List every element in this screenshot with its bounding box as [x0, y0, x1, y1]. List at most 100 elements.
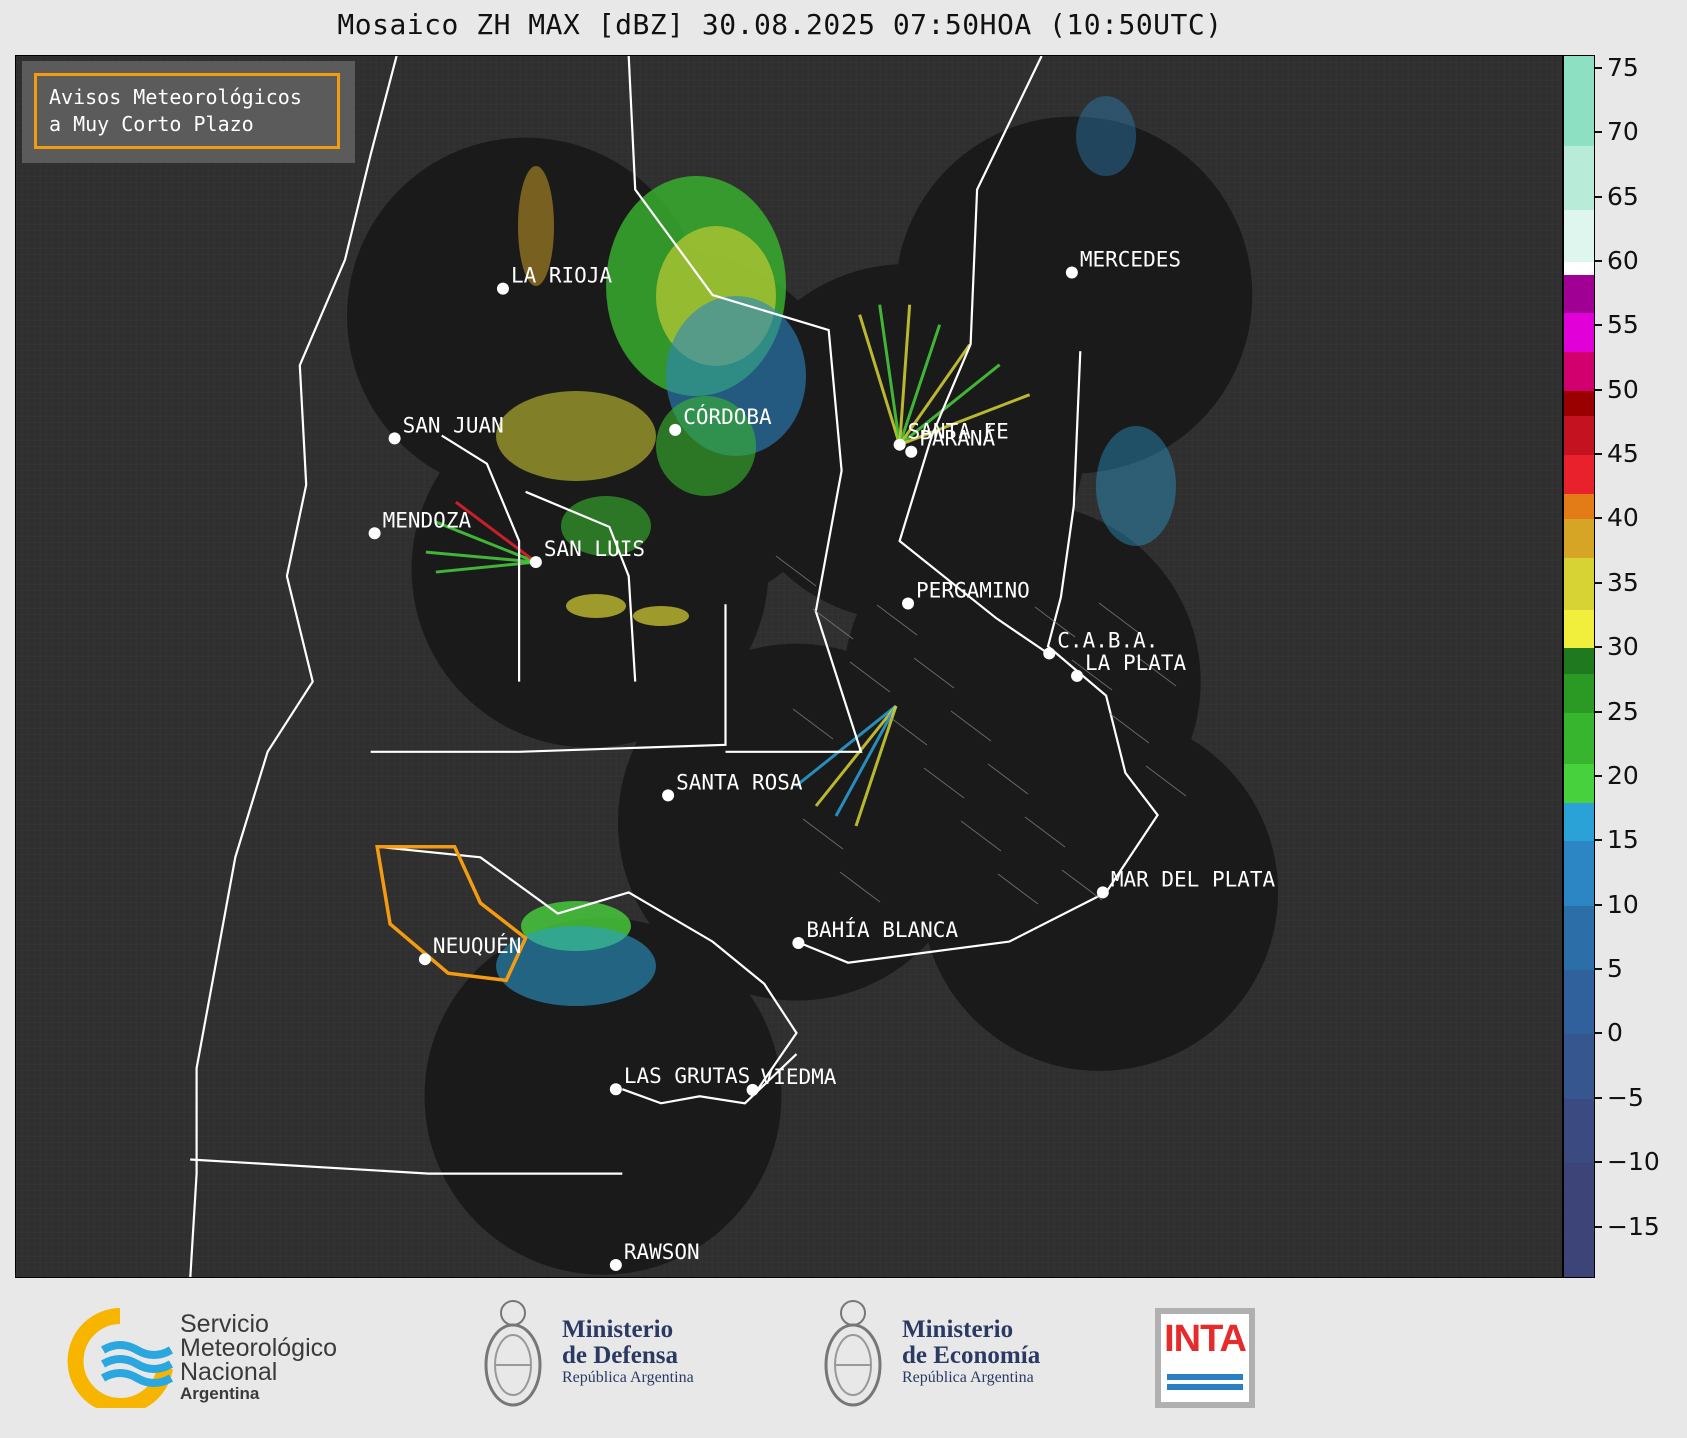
- city-marker-13: [792, 937, 805, 950]
- colorbar-segment-19: [1564, 313, 1594, 353]
- colorbar-tick-mark: [1595, 131, 1602, 134]
- colorbar-tick-mark: [1595, 1096, 1602, 1099]
- city-label-9: C.A.B.A.: [1057, 628, 1158, 652]
- colorbar-tick-label: −15: [1607, 1211, 1660, 1241]
- colorbar-segment-16: [1564, 416, 1594, 456]
- colorbar-segment-4: [1564, 905, 1594, 971]
- colorbar-tick-label: 75: [1607, 52, 1639, 82]
- colorbar-segment-5: [1564, 841, 1594, 906]
- colorbar-segment-6: [1564, 802, 1594, 842]
- colorbar-tick-mark: [1595, 1161, 1602, 1164]
- radar-map[interactable]: LA RIOJA MERCEDES SAN JUAN CÓRDOBA SANTA FE P…: [15, 55, 1563, 1278]
- colorbar-tick-mark: [1595, 1225, 1602, 1228]
- colorbar-segment-13: [1564, 519, 1594, 559]
- map-title: Mosaico ZH MAX [dBZ] 30.08.2025 07:50HOA…: [337, 8, 1223, 41]
- echo-sanluis-1: [496, 391, 656, 481]
- alert-legend-line2: a Muy Corto Plazo: [49, 112, 254, 136]
- colorbar-tick-mark: [1595, 839, 1602, 842]
- colorbar-tick-label: 45: [1607, 439, 1639, 469]
- colorbar-segment-2: [1564, 1034, 1594, 1099]
- colorbar-segment-17: [1564, 390, 1594, 417]
- smn-emblem-icon: [67, 1308, 174, 1414]
- coat-of-arms-icon: [484, 1300, 542, 1407]
- colorbar-tick-label: 60: [1607, 245, 1639, 275]
- city-label-17: RAWSON: [624, 1240, 700, 1264]
- colorbar-segment-9: [1564, 673, 1594, 713]
- reflectivity-colorbar: [1563, 55, 1595, 1278]
- city-marker-3: [669, 423, 682, 436]
- city-marker-17: [609, 1258, 622, 1271]
- city-marker-1: [1065, 266, 1078, 279]
- city-label-6: MENDOZA: [383, 508, 472, 532]
- colorbar-tick-mark: [1595, 517, 1602, 520]
- colorbar-tick-label: 55: [1607, 310, 1639, 340]
- city-label-13: BAHÍA BLANCA: [806, 917, 958, 942]
- city-marker-9: [1043, 647, 1056, 660]
- city-label-14: NEUQUÉN: [433, 933, 522, 958]
- colorbar-tick-mark: [1595, 1032, 1602, 1035]
- city-marker-14: [418, 953, 431, 966]
- city-marker-6: [368, 527, 381, 540]
- smn-line2: Meteorológico: [180, 1334, 338, 1362]
- colorbar-tick-label: 40: [1607, 503, 1639, 533]
- ministerio-economia-logo[interactable]: Ministerio de Economía República Argenti…: [820, 1295, 1080, 1420]
- colorbar-tick-mark: [1595, 903, 1602, 906]
- colorbar-tick-mark: [1595, 581, 1602, 584]
- city-label-15: LAS GRUTAS: [624, 1064, 750, 1088]
- alert-legend-frame[interactable]: Avisos Meteorológicos a Muy Corto Plazo: [34, 73, 340, 149]
- colorbar-tick-mark: [1595, 66, 1602, 69]
- city-label-5: PARANÁ: [919, 426, 995, 451]
- echo-sanluis-3: [566, 594, 626, 618]
- colorbar-tick-label: 5: [1607, 954, 1623, 984]
- colorbar-segment-21: [1564, 261, 1594, 275]
- colorbar-segment-1: [1564, 1098, 1594, 1164]
- colorbar-tick-label: 20: [1607, 760, 1639, 790]
- inta-text: INTA: [1164, 1318, 1247, 1360]
- colorbar-segment-3: [1564, 970, 1594, 1035]
- colorbar-tick-mark: [1595, 324, 1602, 327]
- city-label-0: LA RIOJA: [511, 264, 613, 288]
- defensa-line2: de Defensa: [562, 1342, 678, 1369]
- colorbar-tick-label: 0: [1607, 1018, 1623, 1048]
- city-label-11: SANTA ROSA: [676, 770, 803, 794]
- city-marker-7: [529, 556, 542, 569]
- city-marker-4: [893, 438, 906, 451]
- colorbar-tick-mark: [1595, 388, 1602, 391]
- city-marker-15: [609, 1083, 622, 1096]
- city-marker-12: [1096, 886, 1109, 899]
- colorbar-tick-label: 15: [1607, 825, 1639, 855]
- colorbar-tick-mark: [1595, 968, 1602, 971]
- coat-of-arms-icon: [824, 1300, 882, 1407]
- map-canvas[interactable]: LA RIOJAMERCEDESSAN JUAN CÓRDOBASANTA FEP…: [16, 56, 1563, 1278]
- smn-line1: Servicio: [180, 1310, 269, 1338]
- city-label-2: SAN JUAN: [403, 413, 504, 437]
- city-marker-2: [388, 432, 401, 445]
- colorbar-ticks: 75 70 65 60 55 50 45 40 35 30 25 20 15 10 5 0 −5 −10 −15: [1595, 52, 1685, 1278]
- defensa-line1: Ministerio: [562, 1316, 674, 1343]
- echo-caba-1: [1096, 426, 1176, 546]
- colorbar-tick-mark: [1595, 453, 1602, 456]
- economia-line2: de Economía: [902, 1342, 1041, 1369]
- colorbar-segment-14: [1564, 493, 1594, 520]
- colorbar-tick-label: 70: [1607, 117, 1639, 147]
- echo-sanluis-4: [633, 606, 689, 626]
- colorbar-tick-label: 30: [1607, 632, 1639, 662]
- alert-legend-line1: Avisos Meteorológicos: [49, 85, 302, 109]
- alert-legend[interactable]: Avisos Meteorológicos a Muy Corto Plazo: [22, 61, 355, 163]
- city-label-10: LA PLATA: [1085, 651, 1187, 675]
- smn-line3: Nacional: [180, 1358, 278, 1386]
- colorbar-tick-mark: [1595, 259, 1602, 262]
- city-marker-5: [905, 445, 918, 458]
- inta-logo[interactable]: INTA: [1155, 1308, 1255, 1408]
- city-marker-10: [1071, 669, 1084, 682]
- colorbar-segment-0: [1564, 1163, 1594, 1277]
- city-label-7: SAN LUIS: [544, 537, 645, 561]
- city-marker-0: [496, 282, 509, 295]
- smn-logo[interactable]: Servicio Meteorológico Nacional Argentin…: [65, 1308, 385, 1414]
- defensa-line3: República Argentina: [562, 1369, 694, 1386]
- colorbar-segment-8: [1564, 712, 1594, 765]
- footer-logos: Servicio Meteorológico Nacional Argentin…: [0, 1280, 1687, 1438]
- city-label-8: PERGAMINO: [916, 579, 1030, 603]
- ministerio-defensa-logo[interactable]: Ministerio de Defensa República Argentin…: [480, 1295, 740, 1420]
- city-label-16: VIEDMA: [761, 1065, 837, 1089]
